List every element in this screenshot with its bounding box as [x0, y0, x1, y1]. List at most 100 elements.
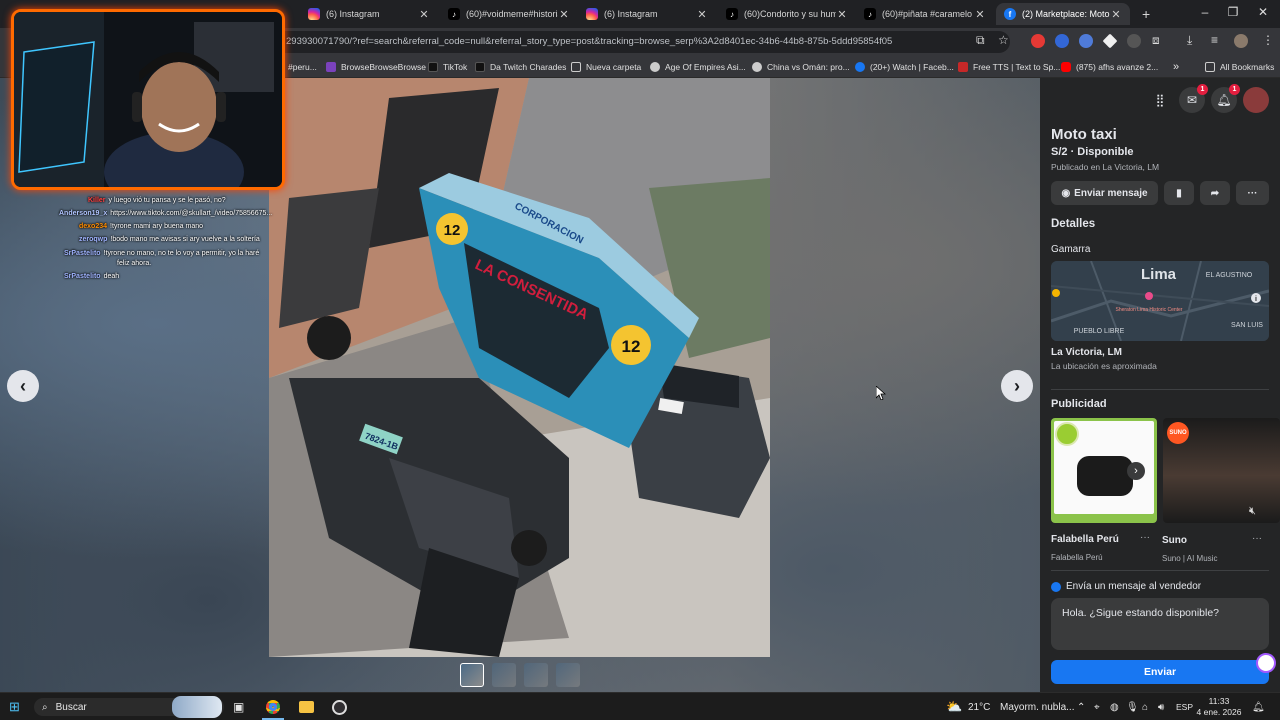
network-icon[interactable]: ⌂	[1142, 698, 1148, 716]
send-button[interactable]: Enviar	[1051, 660, 1269, 684]
next-photo-button[interactable]: ›	[1001, 370, 1033, 402]
clock[interactable]: 11:33 4 ene. 2026	[1196, 696, 1242, 718]
send-message-label: Enviar mensaje	[1074, 187, 1148, 199]
bookmark-item[interactable]: Age Of Empires Asi...	[650, 60, 746, 74]
message-input[interactable]: Hola. ¿Sigue estando disponible?	[1051, 598, 1269, 650]
map-district-label: PUEBLO LIBRE	[1074, 328, 1125, 335]
search-highlight-image	[172, 696, 222, 718]
all-bookmarks[interactable]: All Bookmarks	[1205, 60, 1274, 74]
share-button[interactable]: ➦	[1200, 181, 1230, 205]
bookmark-favicon	[326, 62, 336, 72]
instagram-icon	[586, 8, 598, 20]
bookmark-item[interactable]: Nueva carpeta	[571, 60, 641, 74]
ad-name[interactable]: Falabella Perú	[1051, 534, 1119, 545]
tray-icon[interactable]: ⌖	[1094, 698, 1100, 716]
bookmark-item[interactable]: TikTok	[428, 60, 467, 74]
windows-start-icon[interactable]: ⊞	[9, 698, 20, 716]
weather-desc[interactable]: Mayorm. nubla...	[1000, 698, 1074, 716]
ad-options-icon[interactable]: ···	[1252, 533, 1262, 544]
chat-text: deah	[103, 273, 120, 280]
task-view-icon[interactable]: ▣	[233, 698, 244, 716]
listing-photo[interactable]: LA CONSENTIDA 12 12 CORPORACION 7824-1B	[269, 78, 770, 657]
language-indicator[interactable]: ESP	[1176, 698, 1193, 716]
volume-icon[interactable]: 🔊︎	[1158, 698, 1164, 716]
ad-options-icon[interactable]: ···	[1140, 532, 1150, 543]
extension-icon[interactable]	[1127, 34, 1141, 48]
extension-icon[interactable]	[1079, 34, 1093, 48]
notification-center-icon[interactable]: 🔔︎	[1252, 698, 1265, 716]
chat-text: !tyrone mami ary buena mano	[110, 223, 204, 230]
new-tab-button[interactable]: +	[1134, 3, 1154, 25]
listing-title: Moto taxi	[1051, 126, 1117, 143]
close-icon[interactable]: ✕	[1110, 8, 1122, 21]
speaker-mute-icon[interactable]: 🔇︎	[1249, 505, 1256, 518]
bookmark-item[interactable]: Free TTS | Text to Sp...	[958, 60, 1060, 74]
menu-icon[interactable]: ⋮	[1262, 33, 1274, 47]
map-graphic: Lima EL AGUSTINO SAN LUIS PUEBLO LIBRE S…	[1051, 261, 1269, 341]
bookmark-item[interactable]: #peru...	[288, 60, 317, 74]
photo-text-number: 12	[622, 337, 641, 356]
tab-instagram-1[interactable]: (6) Instagram ✕	[300, 3, 438, 25]
bookmark-item[interactable]: (875) afhs avanze 2...	[1061, 60, 1158, 74]
location-title: La Victoria, LM	[1051, 347, 1122, 358]
weather-icon[interactable]: ⛅	[946, 698, 962, 716]
messenger-badge: 1	[1197, 84, 1208, 95]
bookmark-item[interactable]: China vs Omán: pro...	[752, 60, 850, 74]
download-icon[interactable]: ⤓	[1187, 33, 1192, 48]
bookmark-item[interactable]: Da Twitch Charades	[475, 60, 566, 74]
ad-name[interactable]: Suno	[1162, 535, 1187, 546]
carousel-next-icon[interactable]: ›	[1127, 462, 1145, 480]
puzzle-icon[interactable]: ⧈	[1152, 33, 1160, 48]
close-window-icon[interactable]: ✕	[1254, 5, 1272, 19]
bookmark-item[interactable]: BrowseBrowseBrowse	[326, 60, 426, 74]
tab-tiktok-2[interactable]: ♪ (60)Condorito y su humor ✕	[718, 3, 856, 25]
file-explorer-icon[interactable]	[299, 698, 314, 716]
media-icon[interactable]: ≡	[1211, 33, 1218, 47]
tab-marketplace[interactable]: f (2) Marketplace: Moto tax ✕	[996, 3, 1130, 25]
photo-thumbnail[interactable]	[492, 663, 516, 687]
avatar[interactable]	[1243, 87, 1269, 113]
ads-heading: Publicidad	[1051, 398, 1107, 410]
close-icon[interactable]: ✕	[418, 8, 430, 21]
location-note: La ubicación es aproximada	[1051, 361, 1157, 371]
tab-tiktok-3[interactable]: ♪ (60)#piñata #caramelo # ✕	[856, 3, 994, 25]
profile-avatar[interactable]	[1234, 34, 1248, 48]
share-icon: ➦	[1210, 187, 1220, 199]
more-options-button[interactable]: ···	[1236, 181, 1269, 205]
globe-icon	[650, 62, 660, 72]
location-map[interactable]: Lima EL AGUSTINO SAN LUIS PUEBLO LIBRE S…	[1051, 261, 1269, 341]
photo-thumbnail[interactable]	[460, 663, 484, 687]
ad-falabella-image[interactable]: ›	[1051, 418, 1157, 523]
bookmarks-overflow[interactable]: »	[1173, 60, 1179, 74]
weather-temp[interactable]: 21°C	[968, 698, 990, 716]
photo-thumbnail[interactable]	[524, 663, 548, 687]
extension-icon[interactable]	[1031, 34, 1045, 48]
close-icon[interactable]: ✕	[836, 8, 848, 21]
close-icon[interactable]: ✕	[696, 8, 708, 21]
bookmark-label: Da Twitch Charades	[490, 62, 567, 72]
close-icon[interactable]: ✕	[558, 8, 570, 21]
previous-photo-button[interactable]: ‹	[7, 370, 39, 402]
photo-thumbnail[interactable]	[556, 663, 580, 687]
tab-tiktok-1[interactable]: ♪ (60)#voidmeme#historia# ✕	[440, 3, 578, 25]
url-field[interactable]: 293930071790/?ref=search&referral_code=n…	[240, 31, 1010, 53]
bookmark-star-icon[interactable]: ☆	[998, 33, 1009, 47]
send-message-button[interactable]: ◉ Enviar mensaje	[1051, 181, 1158, 205]
restore-icon[interactable]: ❐	[1224, 5, 1242, 19]
bookmark-item[interactable]: (20+) Watch | Faceb...	[855, 60, 954, 74]
tray-icon[interactable]: ◍	[1110, 698, 1119, 716]
chrome-icon[interactable]	[266, 698, 280, 716]
tray-overflow-icon[interactable]: ⌃	[1077, 698, 1085, 716]
minimize-icon[interactable]: –	[1196, 5, 1214, 19]
ad-suno-video[interactable]: SUNO 🔇︎	[1163, 418, 1280, 523]
tab-instagram-2[interactable]: (6) Instagram ✕	[578, 3, 716, 25]
obs-icon[interactable]	[332, 698, 347, 716]
apps-grid-icon[interactable]: ⣿	[1147, 87, 1173, 113]
microphone-icon[interactable]: 🎙︎	[1126, 698, 1139, 716]
assistant-icon[interactable]	[1256, 653, 1276, 673]
close-icon[interactable]: ✕	[974, 8, 986, 21]
extension-icon[interactable]	[1055, 34, 1069, 48]
install-app-icon[interactable]: ⧉	[976, 33, 985, 48]
tab-title: (60)Condorito y su humor	[744, 9, 836, 19]
save-button[interactable]: ▮	[1164, 181, 1194, 205]
